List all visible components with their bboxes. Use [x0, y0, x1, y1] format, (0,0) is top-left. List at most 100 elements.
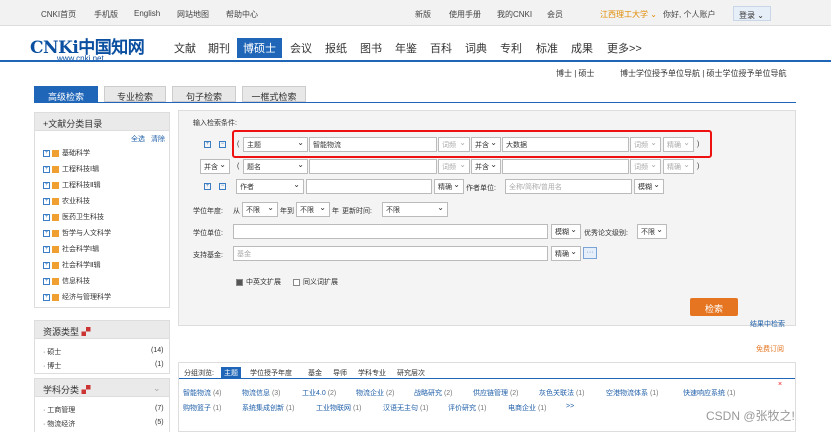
keyword-input[interactable]: [309, 159, 437, 174]
topic-keyword[interactable]: 战略研究 (2): [414, 388, 453, 398]
nav-dictionary[interactable]: 词典: [465, 40, 487, 56]
nav-achievement[interactable]: 成果: [571, 40, 593, 56]
link-english[interactable]: English: [134, 9, 160, 18]
tab-professional-search[interactable]: 专业检索: [104, 86, 166, 102]
degree-unit-input[interactable]: [233, 224, 548, 239]
expand-icon[interactable]: +: [43, 197, 50, 205]
author-match-select[interactable]: 精确: [434, 179, 464, 194]
frequency-select[interactable]: 词频: [438, 159, 470, 174]
link-cnki-home[interactable]: CNKI首页: [41, 9, 76, 20]
nav-book[interactable]: 图书: [360, 40, 382, 56]
update-time-select[interactable]: 不限: [382, 202, 448, 217]
subject-item[interactable]: · 工商管理: [43, 405, 75, 415]
category-item[interactable]: + 社会科学Ⅰ辑: [43, 244, 99, 254]
checkbox-icon[interactable]: [293, 278, 300, 286]
link-member[interactable]: 会员: [547, 9, 563, 20]
subnav-degree[interactable]: 博士 | 硕士: [556, 68, 595, 79]
link-mobile[interactable]: 手机版: [94, 9, 118, 20]
checkbox-icon[interactable]: [52, 181, 59, 189]
nav-thesis[interactable]: 博硕士: [237, 38, 282, 58]
topic-keyword[interactable]: 系统集成创新 (1): [242, 403, 295, 413]
add-row-icon[interactable]: +: [204, 141, 211, 148]
group-tab-fund[interactable]: 基金: [308, 368, 322, 378]
nav-yearbook[interactable]: 年鉴: [395, 40, 417, 56]
more-keywords-link[interactable]: >>: [566, 403, 574, 410]
link-help[interactable]: 帮助中心: [226, 9, 258, 20]
topic-keyword[interactable]: 物流企业 (2): [356, 388, 395, 398]
expand-icon[interactable]: +: [43, 293, 50, 301]
link-new-version[interactable]: 新版: [415, 9, 431, 20]
category-item[interactable]: + 基础科学: [43, 148, 90, 158]
fund-input[interactable]: 基金: [233, 246, 548, 261]
checkbox-icon[interactable]: [52, 229, 59, 237]
checkbox-icon[interactable]: [52, 149, 59, 157]
tab-simple-search[interactable]: 一框式检索: [242, 86, 306, 102]
topic-keyword[interactable]: 物流信息 (3): [242, 388, 281, 398]
login-button[interactable]: 登录 ⌄: [733, 6, 771, 21]
search-in-results-link[interactable]: 结果中检索: [750, 319, 785, 329]
nav-newspaper[interactable]: 报纸: [325, 40, 347, 56]
category-item[interactable]: + 信息科技: [43, 276, 90, 286]
topic-keyword[interactable]: 空港物流体系 (1): [606, 388, 659, 398]
nav-encyclopedia[interactable]: 百科: [430, 40, 452, 56]
free-subscribe-link[interactable]: 免费订阅: [756, 344, 784, 354]
topic-keyword[interactable]: 智能物流 (4): [183, 388, 222, 398]
topic-keyword[interactable]: 工业物联网 (1): [316, 403, 362, 413]
link-my-cnki[interactable]: 我的CNKI: [497, 9, 532, 20]
collapse-icon[interactable]: ⌄: [153, 383, 161, 394]
checkbox-icon[interactable]: [52, 277, 59, 285]
topic-keyword[interactable]: 灰色关联法 (1): [539, 388, 585, 398]
synonym-extension[interactable]: 同义词扩展: [293, 277, 338, 287]
topic-keyword[interactable]: 购物篮子 (1): [183, 403, 222, 413]
checkbox-icon[interactable]: [52, 213, 59, 221]
topic-keyword[interactable]: 电商企业 (1): [508, 403, 547, 413]
expand-icon[interactable]: +: [43, 181, 50, 189]
more-options-icon[interactable]: ···: [583, 247, 597, 259]
add-row-icon[interactable]: +: [204, 183, 211, 190]
nav-literature[interactable]: 文献: [174, 40, 196, 56]
match-select[interactable]: 精确: [663, 159, 694, 174]
checkbox-checked-icon[interactable]: [236, 278, 243, 286]
checkbox-icon[interactable]: [52, 293, 59, 301]
group-tab-major[interactable]: 学科专业: [358, 368, 386, 378]
tab-sentence-search[interactable]: 句子检索: [172, 86, 236, 102]
keyword-input-2[interactable]: [502, 159, 629, 174]
expand-icon[interactable]: +: [43, 229, 50, 237]
category-item[interactable]: + 社会科学Ⅱ辑: [43, 260, 100, 270]
degree-unit-match-select[interactable]: 模糊: [551, 224, 581, 239]
nav-more[interactable]: 更多>>: [607, 40, 642, 56]
category-item[interactable]: + 哲学与人文科学: [43, 228, 111, 238]
topic-keyword[interactable]: 供应链管理 (2): [473, 388, 519, 398]
checkbox-icon[interactable]: [52, 197, 59, 205]
author-unit-input[interactable]: 全称/简称/曾用名: [505, 179, 632, 194]
category-item[interactable]: + 经济与管理科学: [43, 292, 111, 302]
checkbox-icon[interactable]: [52, 261, 59, 269]
remove-row-icon[interactable]: −: [219, 183, 226, 190]
checkbox-icon[interactable]: [52, 245, 59, 253]
topic-keyword[interactable]: 工业4.0 (2): [302, 388, 336, 398]
author-input[interactable]: [306, 179, 432, 194]
resource-item[interactable]: · 博士: [43, 361, 61, 371]
group-tab-year[interactable]: 学位授予年度: [250, 368, 292, 378]
logic-select-outer[interactable]: 并含: [200, 159, 230, 174]
topic-keyword[interactable]: 快速响应系统 (1): [683, 388, 736, 398]
tab-advanced-search[interactable]: 高级检索: [34, 86, 98, 102]
year-to-select[interactable]: 不限: [296, 202, 330, 217]
checkbox-icon[interactable]: [52, 165, 59, 173]
frequency-select-2[interactable]: 词频: [630, 159, 661, 174]
subnav-unit-nav[interactable]: 博士学位授予单位导航 | 硕士学位授予单位导航: [620, 68, 787, 79]
author-unit-match-select[interactable]: 模糊: [634, 179, 664, 194]
search-button[interactable]: 检索: [690, 298, 738, 316]
nav-journal[interactable]: 期刊: [208, 40, 230, 56]
expand-icon[interactable]: +: [43, 213, 50, 221]
cn-en-extension[interactable]: 中英文扩展: [236, 277, 281, 287]
field-select[interactable]: 题名: [243, 159, 308, 174]
excellent-level-select[interactable]: 不限: [637, 224, 667, 239]
org-dropdown[interactable]: 江西理工大学 ⌄: [600, 9, 657, 20]
remove-row-icon[interactable]: −: [219, 141, 226, 148]
link-manual[interactable]: 使用手册: [449, 9, 481, 20]
select-all-link[interactable]: 全选: [131, 134, 145, 144]
nav-conference[interactable]: 会议: [290, 40, 312, 56]
year-from-select[interactable]: 不限: [242, 202, 278, 217]
category-item[interactable]: + 工程科技Ⅰ辑: [43, 164, 99, 174]
